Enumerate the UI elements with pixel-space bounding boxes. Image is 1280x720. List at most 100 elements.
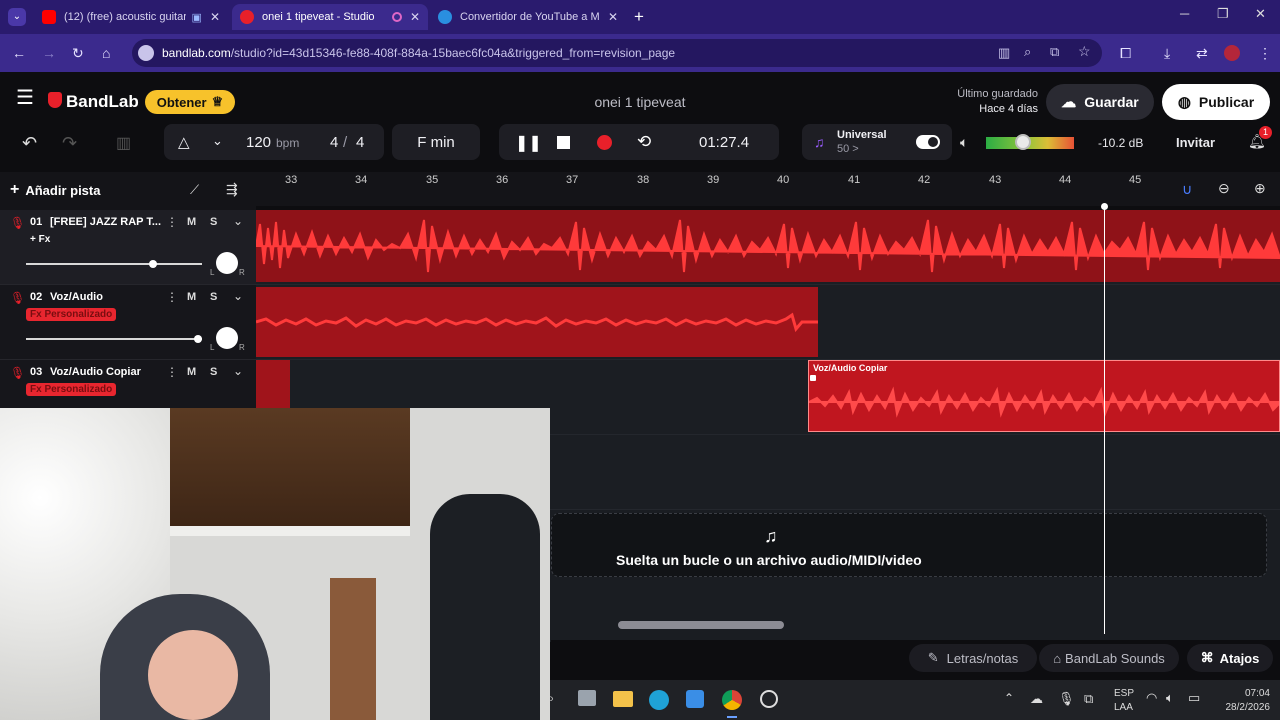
bookmark-star-icon[interactable]: ☆ [1078,43,1091,60]
task-view-icon[interactable] [578,690,596,706]
site-info-icon[interactable] [138,45,154,61]
hamburger-menu-icon[interactable]: ☰ [16,88,34,108]
audio-clip-selected[interactable]: Voz/Audio Copiar [808,360,1280,432]
chevron-down-icon[interactable]: ⌄ [233,289,243,303]
bandlab-sounds-button[interactable]: ⌂ BandLab Sounds [1039,644,1179,672]
bpm-value[interactable]: 120 [246,134,271,151]
track-name[interactable]: Voz/Audio [50,291,103,303]
master-volume-thumb[interactable] [1014,134,1031,150]
edge-icon[interactable] [649,690,669,710]
extensions-icon[interactable]: ⧠ [1120,45,1131,62]
master-volume-slider[interactable] [986,134,1074,150]
close-icon[interactable]: ✕ [210,10,220,24]
undo-icon[interactable]: ↶ [22,133,37,154]
tab-converter[interactable]: Convertidor de YouTube a MP3 ✕ [430,4,626,30]
battery-icon[interactable]: ▭ [1188,690,1200,706]
browser-menu-icon[interactable]: ⋮ [1258,45,1272,62]
wifi-icon[interactable]: ◠ [1146,690,1157,706]
pan-knob[interactable] [216,252,238,274]
clock-time[interactable]: 07:04 [1226,688,1270,699]
automation-icon[interactable]: ⟋ [190,182,199,198]
profile-avatar[interactable] [1224,45,1240,61]
stop-icon[interactable] [557,136,570,149]
chrome-icon[interactable] [722,690,742,710]
volume-slider-thumb[interactable] [148,260,157,268]
save-button[interactable]: ☁ Guardar [1046,84,1154,120]
add-track-button[interactable]: + Añadir pista [10,178,100,202]
reload-icon[interactable]: ↻ [72,45,84,62]
loop-icon[interactable]: ⟲ [637,132,651,152]
chevron-down-icon[interactable]: ⌄ [233,214,243,228]
language-2[interactable]: LAA [1114,702,1133,713]
project-title[interactable]: onei 1 tipeveat [560,94,720,110]
lane-1[interactable] [256,210,1280,285]
tab-menu-icon[interactable]: ⌄ [8,8,26,26]
forward-icon[interactable]: → [42,45,56,61]
lane-2[interactable] [256,285,1280,360]
add-fx-button[interactable]: + Fx [30,234,50,245]
bandlab-logo[interactable]: BandLab [66,92,139,112]
chevron-down-icon[interactable]: ⌄ [212,133,223,149]
reader-icon[interactable]: ▥ [998,45,1010,61]
track-menu-icon[interactable]: ⋮ [166,290,178,304]
instrument-name[interactable]: Universal [837,129,887,141]
volume-tray-icon[interactable]: 🔈︎ [1166,690,1174,706]
shortcuts-button[interactable]: ⌘ Atajos [1187,644,1273,672]
redo-icon[interactable]: ↷ [62,133,77,154]
store-icon[interactable] [686,690,704,708]
instrument-icon[interactable]: ♫ [814,134,825,150]
track-menu-icon[interactable]: ⋮ [166,215,178,229]
drop-zone[interactable]: ♫ Suelta un bucle o un archivo audio/MID… [551,513,1267,577]
zoom-out-icon[interactable]: ⊖ [1218,180,1230,197]
clock-date[interactable]: 28/2/2026 [1214,702,1271,713]
mixer-icon[interactable]: ⇶ [226,181,238,198]
clip-handle[interactable] [810,375,816,381]
window-close-icon[interactable]: ✕ [1255,6,1266,22]
snap-magnet-icon[interactable]: ∪ [1182,181,1192,198]
file-explorer-icon[interactable] [613,691,633,707]
record-icon[interactable] [597,135,612,150]
close-icon[interactable]: ✕ [608,10,618,24]
speaker-icon[interactable]: 🔈︎ [960,134,968,151]
time-sig-den[interactable]: 4 [356,134,364,151]
zoom-in-icon[interactable]: ⊕ [1254,180,1266,197]
timeline-ruler[interactable]: 33 34 35 36 37 38 39 40 41 42 43 44 45 ∪… [256,172,1280,206]
volume-slider-track[interactable] [26,263,202,265]
tab-studio[interactable]: onei 1 tipeveat - Studio ✕ [232,4,428,30]
language-1[interactable]: ESP [1114,688,1134,699]
mute-button[interactable]: M [187,216,196,228]
chevron-down-icon[interactable]: ⌄ [233,364,243,378]
downloads-icon[interactable]: ⤓ [1164,45,1170,62]
time-sig-num[interactable]: 4 [330,134,338,151]
mute-button[interactable]: M [187,291,196,303]
metronome-icon[interactable]: △ [178,133,190,151]
invite-button[interactable]: Invitar [1176,135,1215,150]
volume-slider-track[interactable] [26,338,202,340]
key-selector[interactable]: F min [392,124,480,160]
custom-fx-badge[interactable]: Fx Personalizado [26,383,117,396]
onedrive-icon[interactable]: ☁ [1030,691,1043,707]
tray-chevron-icon[interactable]: ⌃ [1004,691,1014,705]
volume-slider-thumb[interactable] [194,335,203,343]
audio-clip[interactable] [256,287,818,357]
solo-button[interactable]: S [210,291,217,303]
playhead-marker[interactable] [1101,203,1108,210]
instrument-toggle[interactable] [916,135,940,149]
pan-knob[interactable] [216,327,238,349]
publish-button[interactable]: ◍ Publicar [1162,84,1270,120]
get-button[interactable]: Obtener ♕ [145,90,235,114]
track-name[interactable]: [FREE] JAZZ RAP T... [50,216,161,228]
solo-button[interactable]: S [210,366,217,378]
minimize-icon[interactable]: ─ [1180,6,1189,21]
piano-keys-icon[interactable]: ▥ [116,133,131,153]
tab-youtube[interactable]: (12) (free) acoustic guitar x ▣ ✕ [34,4,228,30]
mute-button[interactable]: M [187,366,196,378]
new-tab-button[interactable]: + [634,7,644,27]
track-header-2[interactable]: 🎙︎ 02 Voz/Audio ⋮ M S ⌄ Fx Personalizado… [0,285,256,360]
display-tray-icon[interactable]: ⧉ [1084,691,1093,707]
microphone-tray-icon[interactable]: 🎙︎ [1058,691,1075,707]
pause-icon[interactable]: ❚❚ [515,133,542,153]
track-name[interactable]: Voz/Audio Copiar [50,366,141,378]
horizontal-scrollbar[interactable] [618,621,784,629]
open-in-app-icon[interactable]: ⧉ [1050,44,1059,60]
